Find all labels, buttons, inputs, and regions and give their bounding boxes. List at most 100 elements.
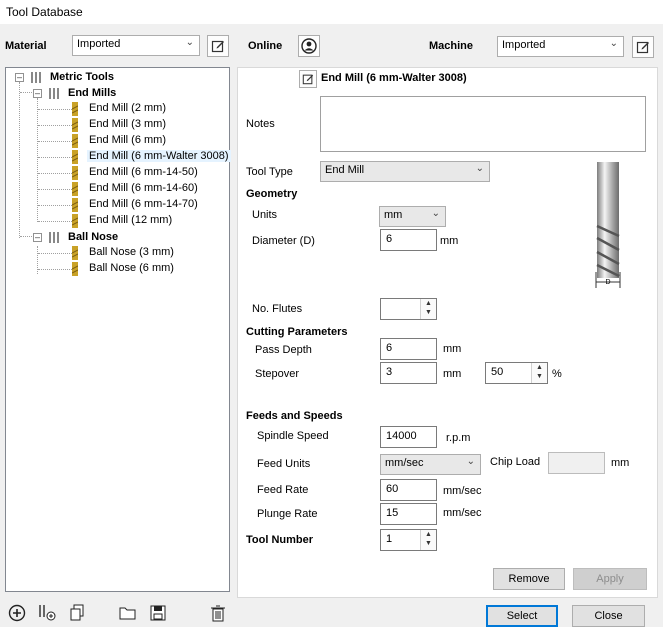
units-value: mm [384, 209, 403, 221]
chip-load-input[interactable] [548, 452, 605, 474]
chevron-down-icon: ⌄ [475, 163, 484, 174]
plunge-rate-input[interactable]: 15 [380, 503, 437, 525]
spin-buttons[interactable]: ▲ ▼ [531, 363, 547, 383]
tree-connector [38, 141, 72, 142]
feeds-speeds-heading: Feeds and Speeds [246, 410, 343, 422]
tool-number-input[interactable]: 1 ▲ ▼ [380, 529, 437, 551]
tree-item[interactable]: End Mill (6 mm-14-50) [87, 166, 200, 178]
tree-item[interactable]: End Mill (6 mm-14-70) [87, 198, 200, 210]
feed-rate-input[interactable]: 60 [380, 479, 437, 501]
tool-type-label: Tool Type [246, 166, 293, 178]
material-select-value: Imported [77, 38, 121, 50]
remove-button[interactable]: Remove [493, 568, 565, 590]
collapse-toggle[interactable]: – [33, 89, 42, 98]
stepover-percent-value: 50 [491, 366, 504, 378]
tree-connector [38, 269, 72, 270]
tree-item[interactable]: End Mill (6 mm) [87, 134, 168, 146]
collapse-toggle[interactable]: – [15, 73, 24, 82]
tree-connector [20, 92, 32, 93]
tree-item[interactable]: End Mill (6 mm-14-60) [87, 182, 200, 194]
tool-number-label: Tool Number [246, 534, 314, 546]
stepover-percent-input[interactable]: 50 ▲ ▼ [485, 362, 548, 384]
tool-name-heading: End Mill (6 mm-Walter 3008) [321, 72, 467, 84]
tree-group-end-mills[interactable]: End Mills [68, 87, 116, 99]
stepover-input[interactable]: 3 [380, 362, 437, 384]
machine-select[interactable]: Imported ⌄ [497, 36, 624, 57]
tool-type-select[interactable]: End Mill ⌄ [320, 161, 490, 182]
notes-textarea[interactable] [320, 96, 646, 152]
machine-label: Machine [429, 40, 474, 52]
title-bar [0, 0, 663, 24]
machine-select-value: Imported [502, 39, 546, 51]
feed-units-select[interactable]: mm/sec ⌄ [380, 454, 481, 475]
tree-connector [38, 109, 72, 110]
tree-item[interactable]: End Mill (3 mm) [87, 118, 168, 130]
chevron-down-icon: ⌄ [185, 37, 194, 48]
tool-tree[interactable]: – Metric Tools – End Mills – Ball Nose E… [5, 67, 231, 592]
tool-number-value: 1 [386, 533, 393, 545]
tree-item[interactable]: End Mill (2 mm) [87, 102, 168, 114]
tree-item[interactable]: Ball Nose (6 mm) [87, 262, 176, 274]
open-button[interactable] [118, 603, 138, 623]
diameter-input[interactable]: 6 [380, 229, 437, 251]
add-group-icon [39, 605, 56, 621]
select-button[interactable]: Select [486, 605, 558, 627]
pass-depth-unit: mm [443, 343, 462, 355]
chip-load-label: Chip Load [490, 456, 541, 468]
apply-button[interactable]: Apply [573, 568, 647, 590]
spindle-speed-input[interactable]: 14000 [380, 426, 437, 448]
end-mill-tool-icon [72, 262, 78, 276]
feed-units-value: mm/sec [385, 457, 424, 469]
material-label: Material [5, 40, 47, 52]
add-tool-button[interactable] [7, 603, 27, 623]
online-user-button[interactable] [298, 35, 320, 57]
feed-rate-unit: mm/sec [443, 485, 482, 497]
diameter-label: Diameter (D) [252, 235, 315, 247]
tree-connector [38, 157, 72, 158]
tool-group-icon [49, 232, 59, 243]
pass-depth-input[interactable]: 6 [380, 338, 437, 360]
end-mill-tool-icon [72, 214, 78, 228]
tree-item[interactable]: End Mill (12 mm) [87, 214, 174, 226]
spindle-speed-unit: r.p.m [446, 432, 471, 444]
delete-icon [211, 605, 225, 622]
end-mill-tool-icon [72, 150, 78, 164]
end-mill-tool-icon [72, 246, 78, 260]
save-icon [150, 605, 166, 621]
tree-item[interactable]: Ball Nose (3 mm) [87, 246, 176, 258]
tree-connector [38, 221, 72, 222]
units-label: Units [252, 209, 278, 221]
open-folder-icon [119, 607, 136, 620]
feed-units-label: Feed Units [257, 458, 311, 470]
material-edit-button[interactable] [207, 35, 229, 57]
pass-depth-label: Pass Depth [255, 344, 312, 356]
chip-load-unit: mm [611, 457, 630, 469]
delete-button[interactable] [208, 603, 228, 623]
tree-root-label[interactable]: Metric Tools [50, 71, 114, 83]
end-mill-tool-icon [72, 134, 78, 148]
machine-edit-button[interactable] [632, 36, 654, 58]
collapse-toggle[interactable]: – [33, 233, 42, 242]
tool-edit-button[interactable] [299, 70, 317, 88]
flutes-label: No. Flutes [252, 303, 303, 315]
edit-icon [636, 41, 649, 54]
units-select[interactable]: mm ⌄ [379, 206, 446, 227]
copy-tool-button[interactable] [67, 603, 87, 623]
close-button[interactable]: Close [572, 605, 645, 627]
spin-buttons[interactable]: ▲ ▼ [420, 299, 436, 319]
tree-connector [37, 98, 38, 222]
tree-item[interactable]: End Mill (6 mm-Walter 3008) [87, 150, 231, 162]
end-mill-tool-icon [72, 102, 78, 116]
add-group-button[interactable] [37, 603, 57, 623]
window-title: Tool Database [6, 5, 83, 19]
flutes-input[interactable]: ▲ ▼ [380, 298, 437, 320]
tree-group-ball-nose[interactable]: Ball Nose [68, 231, 118, 243]
copy-icon [70, 604, 84, 621]
save-button[interactable] [148, 603, 168, 623]
cutting-parameters-heading: Cutting Parameters [246, 326, 348, 338]
end-mill-diagram-icon: D [595, 162, 621, 288]
material-select[interactable]: Imported ⌄ [72, 35, 200, 56]
tree-connector [38, 253, 72, 254]
feed-rate-label: Feed Rate [257, 484, 309, 496]
spin-buttons[interactable]: ▲ ▼ [420, 530, 436, 550]
